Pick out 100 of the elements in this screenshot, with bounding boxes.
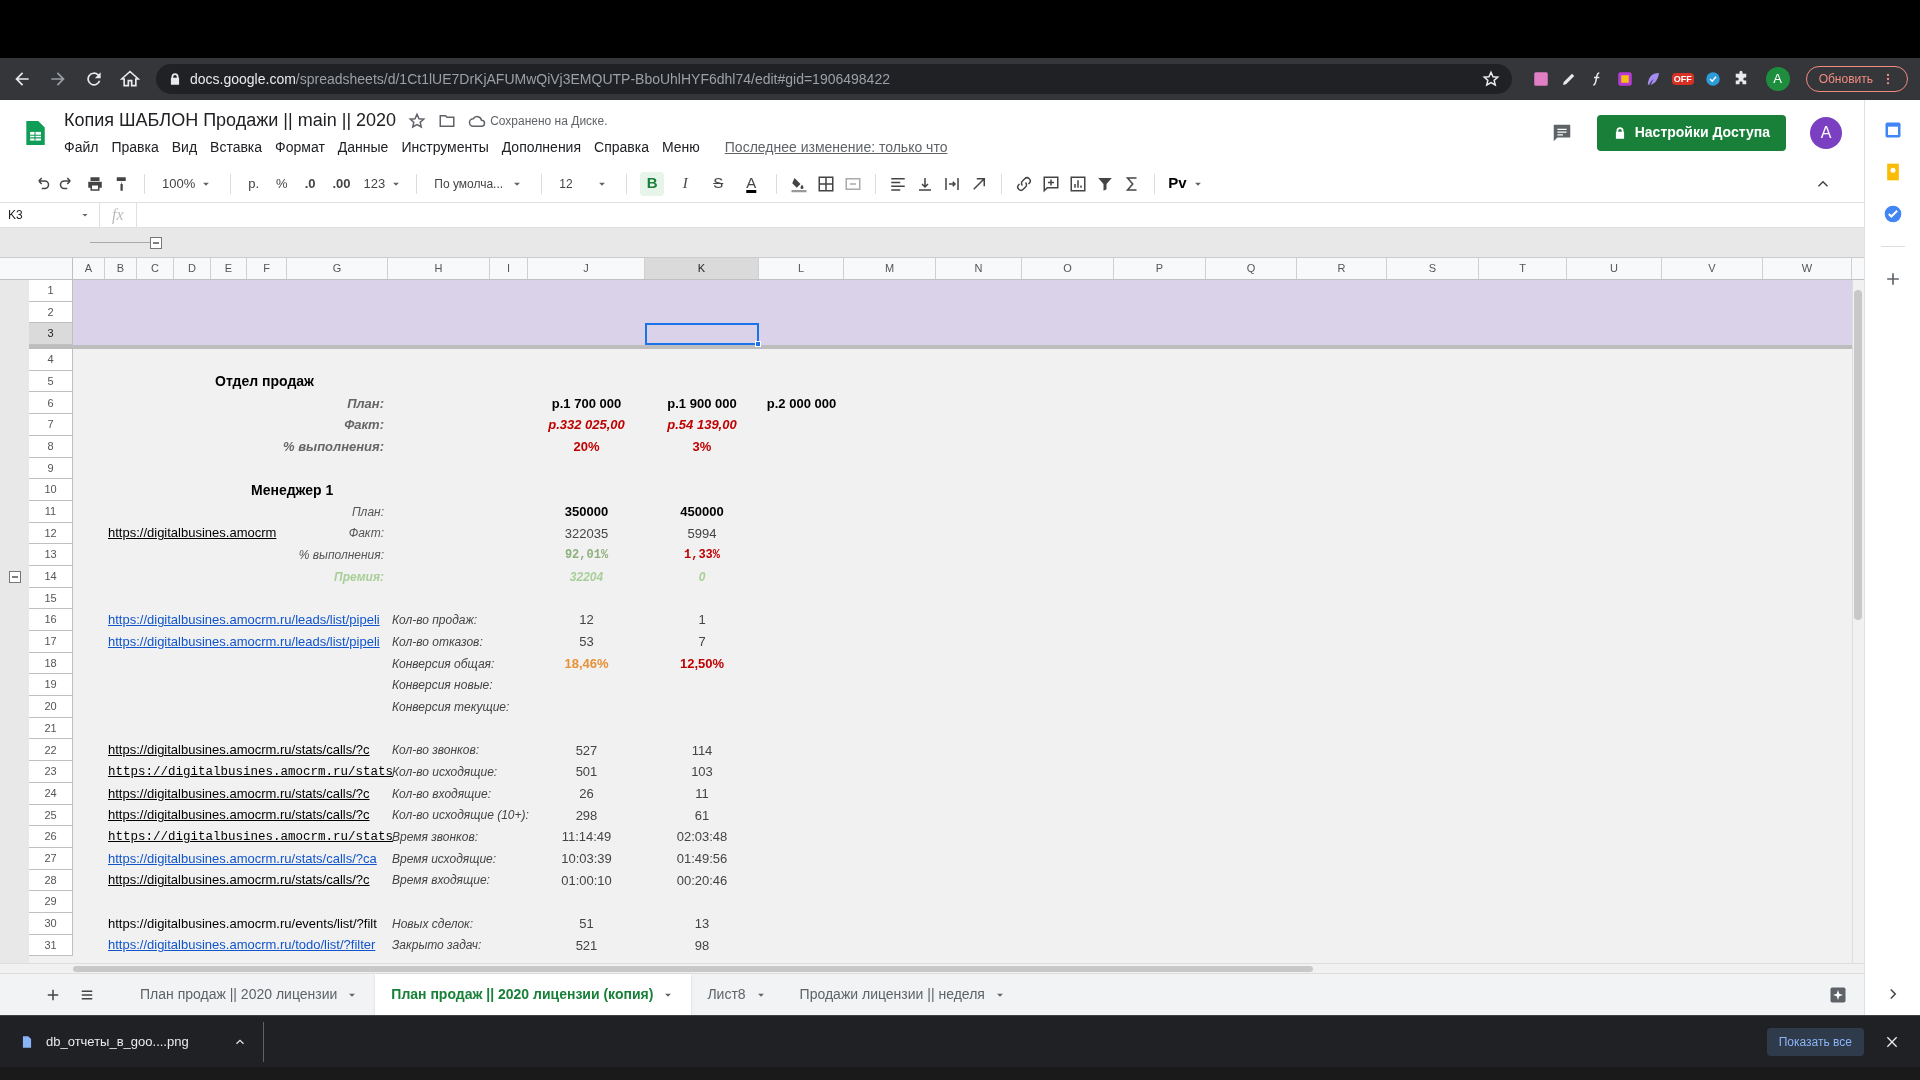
column-header[interactable]: U [1567, 258, 1662, 279]
address-bar[interactable]: docs.google.com/spreadsheets/d/1Ct1lUE7DrKjAFUMwQiVj3EMQUTP-BboUhlHYF6dhl74/edit#gid=1906498422 [156, 64, 1512, 94]
column-header[interactable]: D [174, 258, 211, 279]
row-header[interactable]: 22 [29, 739, 73, 762]
print-icon[interactable] [86, 174, 104, 193]
font-dropdown[interactable]: По умолча... [434, 174, 525, 193]
column-header[interactable]: B [105, 258, 137, 279]
row-header[interactable]: 8 [29, 435, 73, 458]
menu-item[interactable]: Правка [111, 137, 159, 158]
cell-link[interactable]: https://digitalbusines.amocrm [108, 524, 277, 543]
cell-link[interactable]: https://digitalbusines.amocrm.ru/stats/calls/?c [108, 784, 370, 803]
last-edit-link[interactable]: Последнее изменение: только что [724, 137, 948, 158]
column-header[interactable]: C [137, 258, 174, 279]
account-avatar[interactable]: A [1810, 116, 1842, 149]
sheet-tab[interactable]: Продажи лицензии || неделя [783, 974, 1023, 1015]
sheet-tab[interactable]: План продаж || 2020 лицензии [124, 974, 376, 1015]
column-header[interactable]: V [1662, 258, 1763, 279]
column-header[interactable]: Q [1206, 258, 1297, 279]
column-header[interactable]: H [388, 258, 490, 279]
share-button[interactable]: Настройки Доступа [1596, 114, 1786, 151]
row-header[interactable]: 7 [29, 414, 73, 436]
menu-item[interactable]: Инструменты [401, 137, 489, 158]
format-bold-button[interactable]: B [640, 171, 665, 196]
row-header[interactable]: 31 [29, 934, 73, 957]
percent-button[interactable]: % [276, 173, 288, 194]
row-header[interactable]: 18 [29, 652, 73, 675]
menu-item[interactable]: Файл [64, 137, 99, 158]
cell-link[interactable]: https://digitalbusines.amocrm.ru/stats/calls/?c [108, 741, 370, 760]
document-title[interactable]: Копия ШАБЛОН Продажи || main || 2020 [64, 107, 397, 134]
extension-icon[interactable] [1615, 70, 1634, 88]
row-header[interactable]: 1 [29, 280, 73, 302]
column-header[interactable]: E [211, 258, 247, 279]
row-header[interactable]: 26 [29, 826, 73, 848]
menu-item[interactable]: Дополнения [501, 137, 582, 158]
menu-item[interactable]: Вставка [210, 137, 263, 158]
row-header[interactable]: 20 [29, 696, 73, 718]
horizontal-scrollbar[interactable] [73, 966, 1313, 972]
profile-avatar[interactable]: A [1765, 67, 1790, 91]
row-header[interactable]: 29 [29, 891, 73, 913]
decrease-decimals-button[interactable]: .0 [304, 173, 316, 194]
column-header[interactable]: W [1763, 258, 1852, 279]
row-header[interactable]: 5 [29, 370, 73, 393]
row-header[interactable]: 25 [29, 804, 73, 827]
row-header[interactable]: 27 [29, 847, 73, 870]
menu-item[interactable]: Справка [594, 137, 649, 158]
menu-item[interactable]: Данные [337, 137, 389, 158]
row-header[interactable]: 23 [29, 761, 73, 783]
column-header[interactable]: F [247, 258, 287, 279]
column-header[interactable]: M [844, 258, 936, 279]
format-dropdown[interactable]: 123 [363, 173, 404, 194]
column-header[interactable]: A [73, 258, 105, 279]
column-header[interactable]: N [936, 258, 1022, 279]
column-header[interactable]: O [1022, 258, 1114, 279]
collapse-group-icon[interactable] [150, 236, 162, 249]
column-header[interactable]: P [1114, 258, 1206, 279]
download-item[interactable]: db_отчеты_в_goo....png [20, 1021, 264, 1062]
row-header[interactable]: 30 [29, 912, 73, 935]
column-header[interactable]: R [1297, 258, 1387, 279]
currency-button[interactable]: р. [248, 173, 260, 194]
star-icon[interactable] [408, 111, 427, 130]
selected-cell[interactable] [645, 323, 759, 346]
cell-link[interactable]: https://digitalbusines.amocrm.ru/leads/list/pipeli [108, 632, 380, 651]
column-header[interactable]: S [1387, 258, 1479, 279]
row-header[interactable]: 2 [29, 301, 73, 324]
row-header[interactable]: 10 [29, 479, 73, 501]
cell-link[interactable]: https://digitalbusines.amocrm.ru/todo/list/?filter [108, 936, 376, 955]
column-header[interactable]: T [1479, 258, 1567, 279]
row-header[interactable]: 19 [29, 674, 73, 697]
show-all-button[interactable]: Показать все [1766, 1027, 1864, 1056]
format-text-color-button[interactable]: A [739, 171, 764, 196]
tasks-icon[interactable] [1882, 204, 1903, 224]
column-header[interactable]: K [645, 258, 759, 279]
row-header[interactable]: 15 [29, 587, 73, 610]
name-box[interactable]: K3 [0, 203, 100, 227]
extension-icon[interactable] [1703, 70, 1722, 88]
row-header[interactable]: 3 [29, 323, 73, 346]
extension-icon[interactable] [1531, 70, 1550, 88]
extension-badge[interactable]: OFF [1671, 73, 1694, 85]
comment-add-icon[interactable] [1042, 174, 1061, 193]
sheet-tab[interactable]: План продаж || 2020 лицензии (копия) [375, 974, 692, 1015]
row-header[interactable]: 4 [29, 349, 73, 371]
collapse-group-icon[interactable] [8, 570, 21, 583]
star-icon[interactable] [1481, 70, 1500, 88]
row-header[interactable]: 14 [29, 565, 73, 588]
borders-icon[interactable] [817, 174, 836, 193]
zoom-dropdown[interactable]: 100% [162, 173, 214, 194]
menu-item[interactable]: Меню [661, 137, 700, 158]
menu-item[interactable]: Вид [171, 137, 198, 158]
row-header[interactable]: 13 [29, 544, 73, 566]
increase-decimals-button[interactable]: .00 [332, 173, 351, 194]
row-header[interactable]: 11 [29, 500, 73, 523]
row-header[interactable]: 6 [29, 392, 73, 415]
cell-link[interactable]: https://digitalbusines.amocrm.ru/leads/list/pipeli [108, 611, 380, 630]
format-strikethrough-button[interactable]: S [706, 171, 731, 196]
row-header[interactable]: 12 [29, 522, 73, 545]
link-icon[interactable] [1015, 174, 1034, 193]
row-header[interactable]: 21 [29, 717, 73, 740]
cell-link[interactable]: https://digitalbusines.amocrm.ru/stats/calls/?c [108, 871, 370, 890]
column-header[interactable]: L [759, 258, 844, 279]
addon-button[interactable]: Pv [1168, 172, 1205, 195]
